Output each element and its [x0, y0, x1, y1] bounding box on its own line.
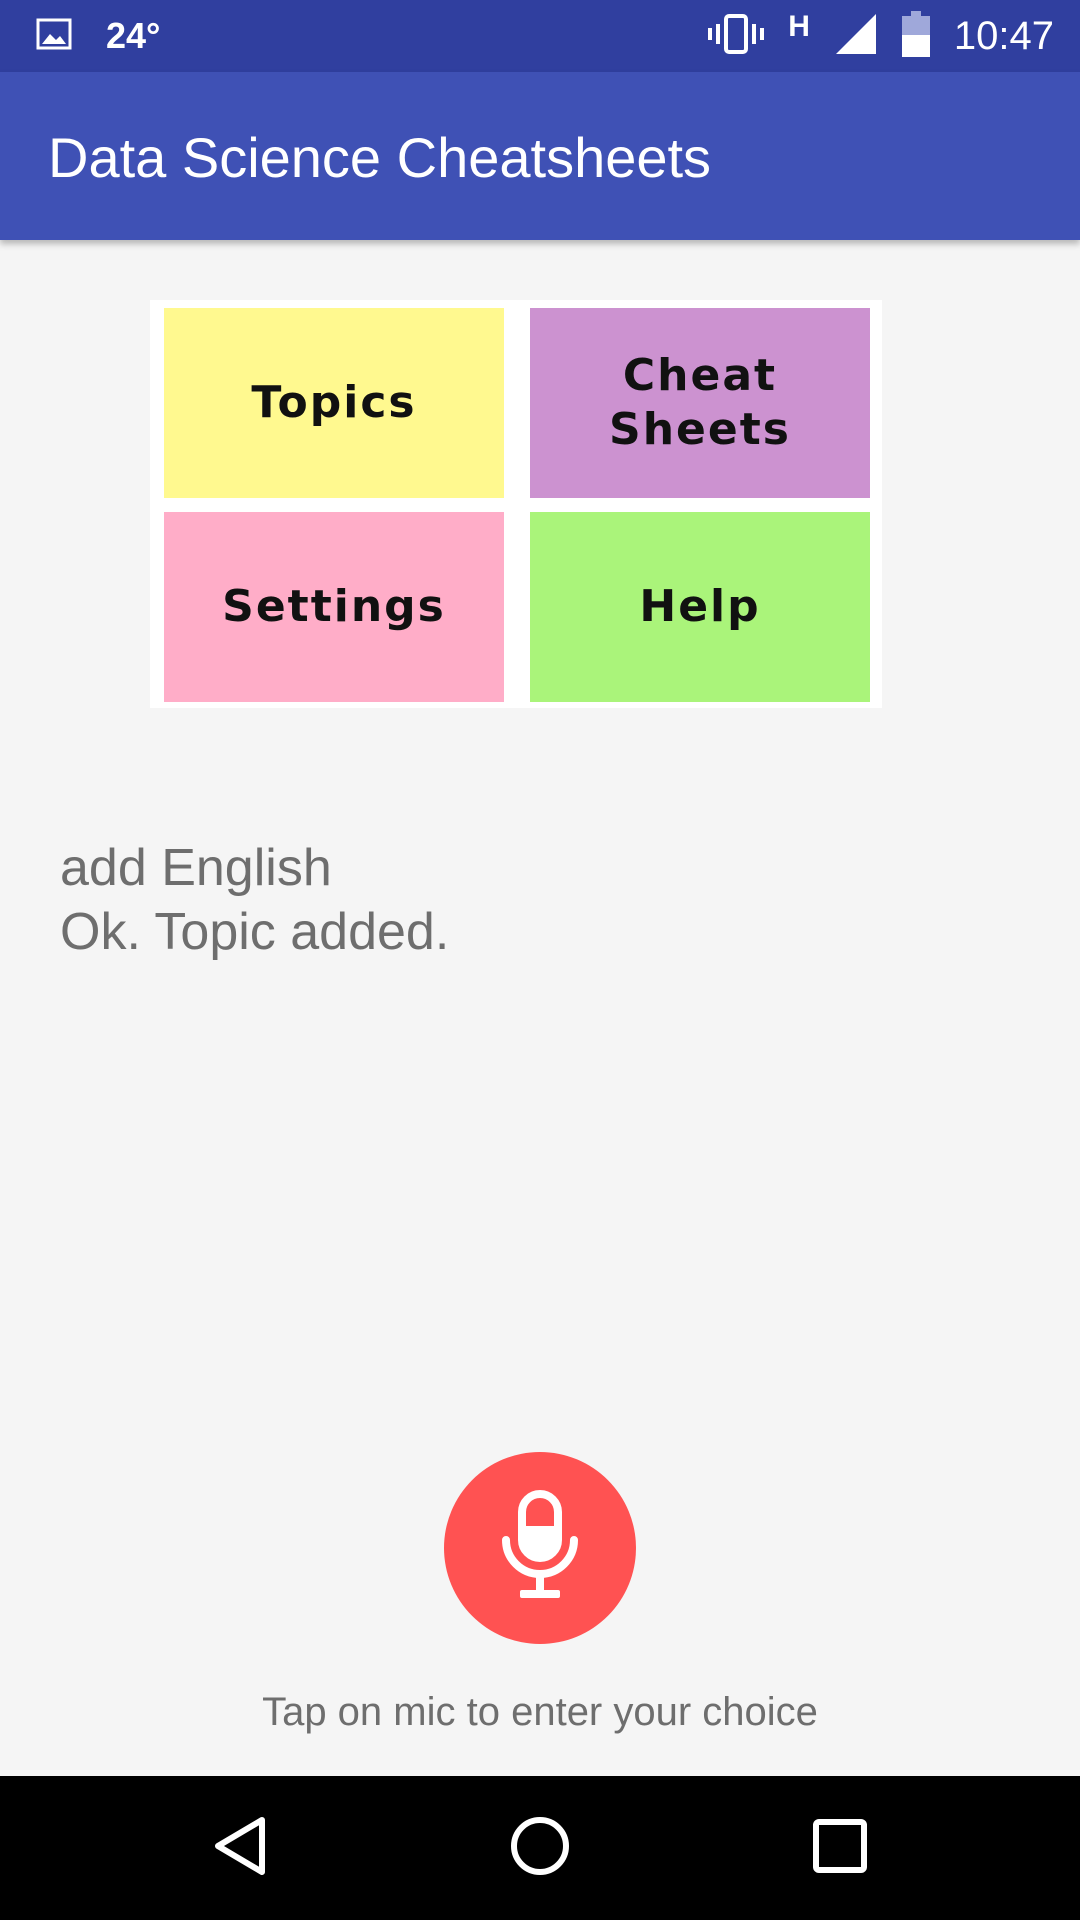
back-icon	[210, 1814, 270, 1883]
topics-tile[interactable]: Topics	[164, 308, 504, 498]
cheat-sheets-tile[interactable]: Cheat Sheets	[530, 308, 870, 498]
help-tile[interactable]: Help	[530, 512, 870, 702]
signal-icon	[834, 12, 878, 61]
clock-text: 10:47	[953, 13, 1054, 58]
settings-tile[interactable]: Settings	[164, 512, 504, 702]
back-button[interactable]	[160, 1776, 320, 1920]
microphone-icon	[498, 1489, 582, 1607]
menu-grid-image: Topics Cheat Sheets Settings Help	[150, 300, 882, 708]
battery-icon	[901, 10, 930, 62]
cheat-sheets-label-line2: Sheets	[609, 404, 791, 455]
recents-button[interactable]	[760, 1776, 920, 1920]
app-title: Data Science Cheatsheets	[48, 126, 712, 189]
temperature-text: 24°	[106, 15, 161, 56]
mic-hint-text: Tap on mic to enter your choice	[262, 1690, 818, 1734]
mic-button[interactable]	[444, 1452, 636, 1644]
settings-label: Settings	[222, 581, 446, 632]
cheat-sheets-label-line1: Cheat	[622, 350, 778, 401]
recents-icon	[810, 1816, 870, 1881]
app-bar: Data Science Cheatsheets	[0, 72, 1080, 240]
navigation-bar	[0, 1776, 1080, 1920]
voice-transcript: add English Ok. Topic added.	[60, 836, 449, 964]
topics-label: Topics	[251, 377, 417, 428]
home-button[interactable]	[460, 1776, 620, 1920]
help-label: Help	[639, 581, 761, 632]
network-type-text: H	[788, 10, 810, 43]
assistant-response-text: Ok. Topic added.	[60, 903, 450, 961]
status-bar: 24° H 10:47	[0, 0, 1080, 72]
vibrate-icon	[708, 12, 765, 61]
home-icon	[508, 1814, 572, 1883]
user-command-text: add English	[60, 839, 332, 897]
image-notification-icon	[36, 18, 72, 55]
